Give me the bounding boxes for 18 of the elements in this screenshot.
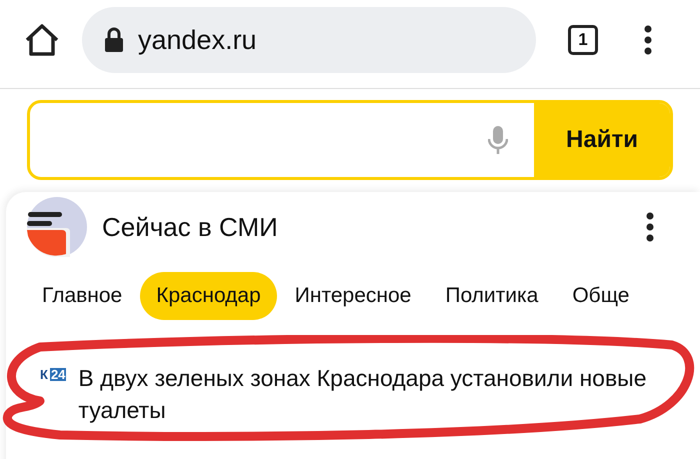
news-tab[interactable]: Интересное bbox=[278, 272, 428, 320]
more-icon[interactable] bbox=[646, 212, 654, 242]
news-tab[interactable]: Краснодар bbox=[140, 272, 277, 320]
url-text: yandex.ru bbox=[138, 24, 257, 57]
home-icon[interactable] bbox=[24, 23, 60, 57]
find-button[interactable]: Найти bbox=[534, 103, 670, 177]
tab-count-button[interactable]: 1 bbox=[568, 25, 598, 55]
news-tab[interactable]: Политика bbox=[429, 272, 554, 320]
news-tab[interactable]: Обще bbox=[556, 272, 646, 320]
section-title: Сейчас в СМИ bbox=[102, 210, 278, 244]
search-field[interactable]: Найти bbox=[27, 100, 673, 180]
headline-link[interactable]: В двух зеленых зонах Краснодара установили новые туалеты bbox=[78, 362, 668, 426]
lock-icon bbox=[104, 27, 124, 53]
news-tab[interactable]: Главное bbox=[26, 272, 138, 320]
address-bar[interactable]: yandex.ru bbox=[82, 7, 536, 73]
menu-icon[interactable] bbox=[644, 25, 652, 55]
logo-icon bbox=[26, 196, 88, 258]
source-logo: К 24 bbox=[39, 368, 66, 381]
